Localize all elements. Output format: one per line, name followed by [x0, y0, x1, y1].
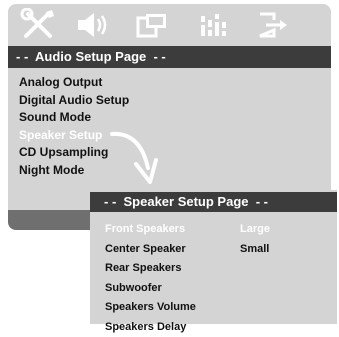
submenu-item-label: Front Speakers [105, 223, 185, 235]
submenu-item-value[interactable]: Small [240, 240, 269, 260]
submenu-title: - - Speaker Setup Page - - [90, 192, 337, 212]
submenu-item-label: Rear Speakers [105, 262, 181, 274]
display-icon[interactable] [132, 8, 172, 42]
speaker-icon[interactable] [74, 8, 114, 42]
submenu-item-front-speakers[interactable]: Front Speakers Large [105, 220, 325, 240]
speaker-setup-panel: - - Speaker Setup Page - - Front Speaker… [90, 190, 337, 324]
setup-toolbar [8, 4, 331, 46]
submenu-item-center-speaker[interactable]: Center Speaker Small [105, 240, 325, 260]
submenu-item-speakers-volume[interactable]: Speakers Volume [105, 298, 325, 318]
submenu-item-value[interactable]: Large [240, 220, 270, 240]
menu-item-analog-output[interactable]: Analog Output [19, 74, 129, 92]
submenu-item-label: Subwoofer [105, 282, 162, 294]
submenu-item-speakers-delay[interactable]: Speakers Delay [105, 318, 325, 337]
speaker-menu: Front Speakers Large Center Speaker Smal… [105, 220, 325, 337]
submenu-item-subwoofer[interactable]: Subwoofer [105, 279, 325, 299]
submenu-item-label: Center Speaker [105, 243, 186, 255]
menu-item-digital-audio-setup[interactable]: Digital Audio Setup [19, 92, 129, 110]
submenu-item-label: Speakers Volume [105, 301, 196, 313]
tools-icon[interactable] [18, 8, 58, 42]
exit-icon[interactable] [252, 8, 292, 42]
page-title: - - Audio Setup Page - - [8, 46, 331, 68]
submenu-item-label: Speakers Delay [105, 321, 186, 333]
submenu-arrow-icon [110, 128, 158, 188]
equalizer-icon[interactable] [194, 8, 234, 42]
menu-item-sound-mode[interactable]: Sound Mode [19, 109, 129, 127]
submenu-item-rear-speakers[interactable]: Rear Speakers [105, 259, 325, 279]
